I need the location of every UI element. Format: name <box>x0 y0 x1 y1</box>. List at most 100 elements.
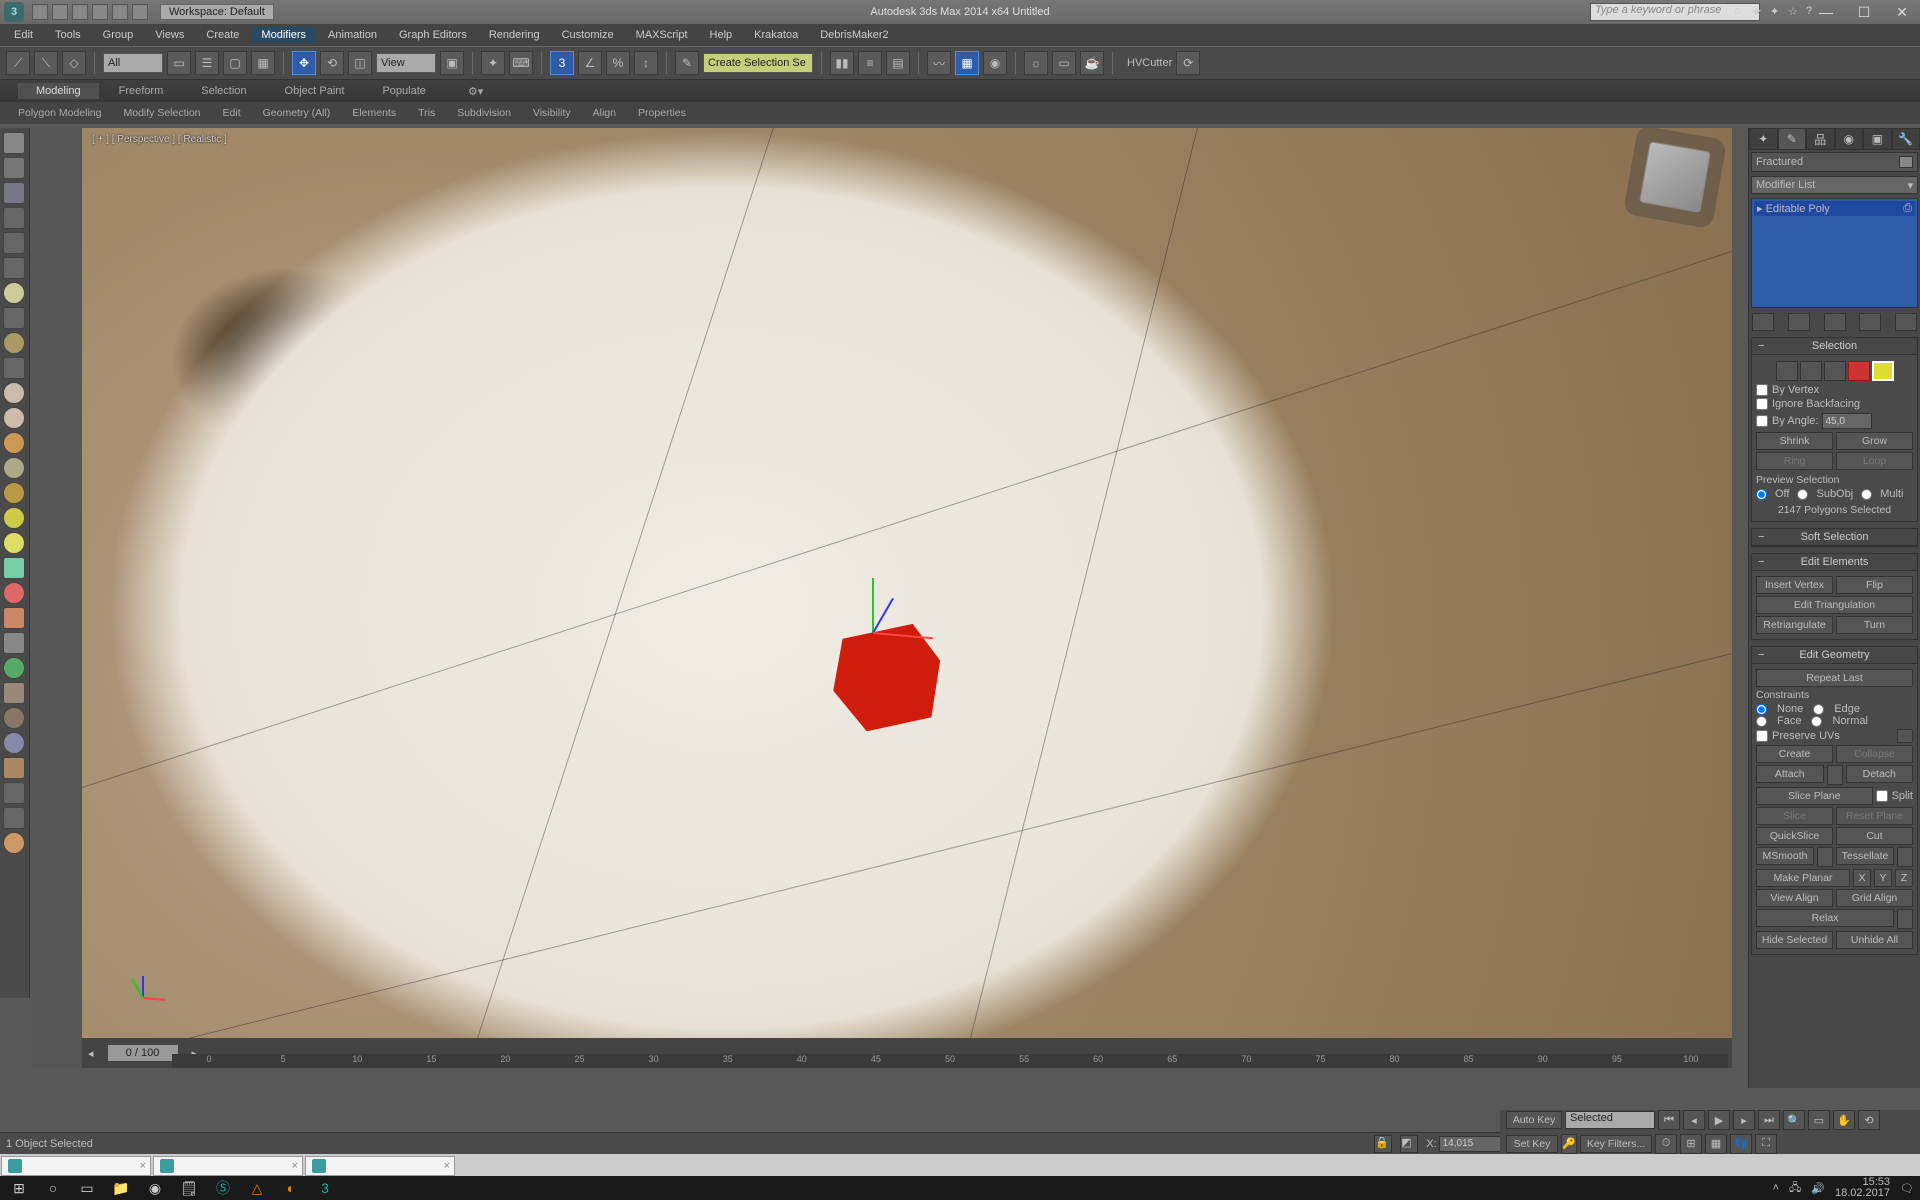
autokey-button[interactable]: Auto Key <box>1506 1111 1562 1129</box>
msmooth-button[interactable]: MSmooth <box>1756 847 1814 865</box>
lb-helper6-icon[interactable] <box>3 682 25 704</box>
viewport-perspective[interactable]: [ + ] [ Perspective ] [ Realistic ] <box>82 128 1732 1038</box>
slice-button[interactable]: Slice <box>1756 807 1833 825</box>
tab-populate[interactable]: Populate <box>364 83 443 99</box>
lb-primitive2-icon[interactable] <box>3 407 25 429</box>
render-setup-icon[interactable]: ☼ <box>1024 51 1048 75</box>
align-icon[interactable]: ≡ <box>858 51 882 75</box>
menu-debrismaker[interactable]: DebrisMaker2 <box>810 27 898 43</box>
preview-off-radio[interactable] <box>1756 489 1767 500</box>
object-name-field[interactable]: Fractured <box>1751 152 1918 172</box>
explorer-icon[interactable]: 📁 <box>106 1177 136 1199</box>
modifier-list-dropdown[interactable]: Modifier List▾ <box>1751 176 1918 194</box>
start-button[interactable]: ⊞ <box>4 1177 34 1199</box>
exchange-icon[interactable]: ✦ <box>1770 5 1784 19</box>
subobj-edge-icon[interactable] <box>1800 361 1822 381</box>
tab-selection[interactable]: Selection <box>183 83 264 99</box>
make-unique-icon[interactable] <box>1824 313 1846 331</box>
spinner-snap-icon[interactable]: ↕ <box>634 51 658 75</box>
goto-end-icon[interactable]: ⏭ <box>1758 1110 1780 1130</box>
preserve-uvs-checkbox[interactable]: Preserve UVs <box>1756 729 1913 743</box>
goto-start-icon[interactable]: ⏮ <box>1658 1110 1680 1130</box>
make-planar-button[interactable]: Make Planar <box>1756 869 1850 887</box>
select-scale-icon[interactable]: ◫ <box>348 51 372 75</box>
rollout-editel-header[interactable]: Edit Elements <box>1752 554 1917 571</box>
grid-align-button[interactable]: Grid Align <box>1836 889 1913 907</box>
cortana-icon[interactable]: ○ <box>38 1177 68 1199</box>
lb-sun-icon[interactable] <box>3 532 25 554</box>
lb-primitive5-icon[interactable] <box>3 482 25 504</box>
planar-z-button[interactable]: Z <box>1895 869 1913 887</box>
select-object-icon[interactable]: ▭ <box>167 51 191 75</box>
tab-motion-icon[interactable]: ◉ <box>1835 128 1864 150</box>
frame-display[interactable]: 0 / 100 <box>108 1045 178 1061</box>
lb-plane-icon[interactable] <box>3 357 25 379</box>
menu-help[interactable]: Help <box>700 27 743 43</box>
hvcutter-label[interactable]: HVCutter <box>1127 57 1172 69</box>
menu-rendering[interactable]: Rendering <box>479 27 550 43</box>
abs-rel-icon[interactable]: ◩ <box>1400 1135 1418 1153</box>
tab-modify-icon[interactable]: ✎ <box>1778 128 1807 150</box>
ring-button[interactable]: Ring <box>1756 452 1833 470</box>
menu-create[interactable]: Create <box>196 27 249 43</box>
tab-modeling[interactable]: Modeling <box>18 83 99 99</box>
collapse-button[interactable]: Collapse <box>1836 745 1913 763</box>
lb-teapot-icon[interactable] <box>3 332 25 354</box>
close-button[interactable]: ✕ <box>1884 1 1920 23</box>
next-frame-icon[interactable]: ▸ <box>1733 1110 1755 1130</box>
lb-helper1-icon[interactable] <box>3 557 25 579</box>
panel-geometry[interactable]: Geometry (All) <box>253 105 341 121</box>
minimize-button[interactable]: — <box>1808 1 1844 23</box>
by-angle-spinner[interactable] <box>1822 413 1872 429</box>
qat-undo-icon[interactable] <box>92 4 108 20</box>
panel-align[interactable]: Align <box>583 105 626 121</box>
render-production-icon[interactable]: ☕ <box>1080 51 1104 75</box>
selection-filter-dropdown[interactable]: All <box>103 53 163 73</box>
layer-icon[interactable]: ▤ <box>886 51 910 75</box>
workspace-dropdown[interactable]: Workspace: Default <box>160 4 274 20</box>
select-link-icon[interactable]: ⟋ <box>6 51 30 75</box>
viewcube[interactable] <box>1639 141 1711 213</box>
maximize-button[interactable]: ☐ <box>1846 1 1882 23</box>
select-rotate-icon[interactable]: ⟲ <box>320 51 344 75</box>
bind-icon[interactable]: ◇ <box>62 51 86 75</box>
nav-zoom-icon[interactable]: 🔍 <box>1783 1110 1805 1130</box>
app2-icon[interactable]: ◐ <box>276 1177 306 1199</box>
qat-redo-icon[interactable] <box>112 4 128 20</box>
refcoord-dropdown[interactable]: View <box>376 53 436 73</box>
preview-subobj-radio[interactable] <box>1797 489 1808 500</box>
lb-helper4-icon[interactable] <box>3 632 25 654</box>
object-color-swatch[interactable] <box>1899 156 1913 168</box>
timeline-prev-icon[interactable]: ◂ <box>82 1047 100 1060</box>
tab1-close-icon[interactable]: × <box>140 1160 146 1172</box>
taskview-icon[interactable]: ▭ <box>72 1177 102 1199</box>
show-result-icon[interactable] <box>1788 313 1810 331</box>
tray-network-icon[interactable]: 🖧 <box>1789 1179 1801 1198</box>
lb-tube-icon[interactable] <box>3 257 25 279</box>
lb-light-icon[interactable] <box>3 507 25 529</box>
menu-animation[interactable]: Animation <box>318 27 387 43</box>
nav-fov-icon[interactable]: ▭ <box>1808 1110 1830 1130</box>
setkey-button[interactable]: Set Key <box>1506 1135 1558 1153</box>
retriangulate-button[interactable]: Retriangulate <box>1756 616 1833 634</box>
nav-zoomall-icon[interactable]: ▦ <box>1705 1134 1727 1154</box>
panel-properties[interactable]: Properties <box>628 105 696 121</box>
repeat-last-button[interactable]: Repeat Last <box>1756 669 1913 687</box>
menu-grapheditors[interactable]: Graph Editors <box>389 27 477 43</box>
loop-button[interactable]: Loop <box>1836 452 1913 470</box>
lb-helper2-icon[interactable] <box>3 582 25 604</box>
lb-helper11-icon[interactable] <box>3 807 25 829</box>
detach-button[interactable]: Detach <box>1846 765 1914 783</box>
viewport-label[interactable]: [ + ] [ Perspective ] [ Realistic ] <box>92 134 227 145</box>
attach-list-icon[interactable] <box>1827 765 1843 785</box>
lb-helper12-icon[interactable] <box>3 832 25 854</box>
panel-visibility[interactable]: Visibility <box>523 105 581 121</box>
msmooth-settings-icon[interactable] <box>1817 847 1833 867</box>
rendered-frame-icon[interactable]: ▭ <box>1052 51 1076 75</box>
subobj-element-icon[interactable] <box>1872 361 1894 381</box>
percent-snap-icon[interactable]: % <box>606 51 630 75</box>
chrome-icon[interactable]: ◉ <box>140 1177 170 1199</box>
preserve-uvs-settings-icon[interactable] <box>1897 729 1913 743</box>
prev-frame-icon[interactable]: ◂ <box>1683 1110 1705 1130</box>
lb-helper7-icon[interactable] <box>3 707 25 729</box>
